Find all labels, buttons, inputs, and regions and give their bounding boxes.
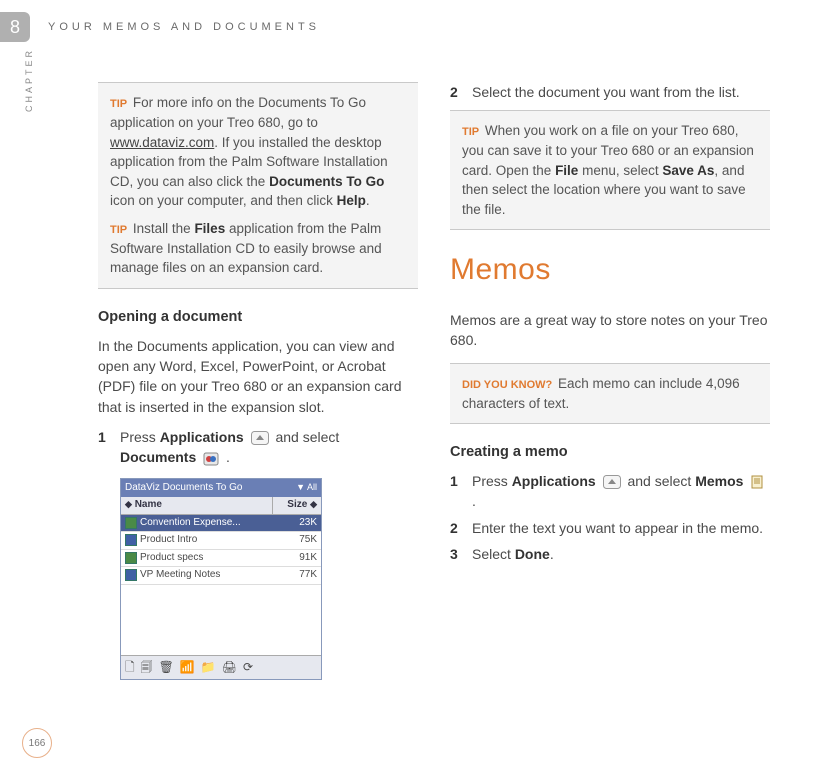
did-you-know-label: DID YOU KNOW?: [462, 379, 552, 391]
screenshot-title: DataViz Documents To Go: [125, 481, 242, 496]
filetype-icon: [125, 517, 137, 529]
col-name: Name: [135, 499, 162, 510]
beam-icon: 📶: [180, 659, 195, 676]
file-name: Product Intro: [140, 533, 197, 548]
memos-label: Memos: [695, 473, 743, 489]
filetype-icon: [125, 534, 137, 546]
file-size: 23K: [273, 515, 321, 532]
help-label: Help: [337, 193, 366, 208]
step-text: Press: [472, 473, 512, 489]
step-number: 2: [450, 82, 472, 102]
step-item: 2 Select the document you want from the …: [450, 82, 770, 102]
file-name: Convention Expense...: [140, 516, 241, 531]
creating-memo-heading: Creating a memo: [450, 442, 770, 463]
trash-icon: 🗑: [159, 659, 174, 676]
table-row: Product specs 91K: [121, 550, 321, 568]
page-header: 8 YOUR MEMOS AND DOCUMENTS: [0, 0, 825, 42]
tip-box-documents: TIP For more info on the Documents To Go…: [98, 82, 418, 289]
tip-label: TIP: [110, 224, 127, 236]
tip-text: .: [366, 193, 370, 208]
files-label: Files: [194, 221, 225, 236]
right-column: 2 Select the document you want from the …: [450, 82, 770, 680]
tip-box-saveas: TIP When you work on a file on your Treo…: [450, 110, 770, 230]
home-icon: [251, 431, 269, 445]
folder-icon: 📁: [201, 659, 216, 676]
tip-text: menu, select: [578, 163, 662, 178]
step-item: 1 Press Applications and select Memos .: [450, 471, 770, 512]
tip-text: For more info on the Documents To Go app…: [110, 95, 366, 130]
left-column: TIP For more info on the Documents To Go…: [98, 82, 418, 680]
memos-app-icon: [750, 475, 766, 489]
file-name: Product specs: [140, 551, 203, 566]
tip-text: Install the: [133, 221, 195, 236]
file-size: 75K: [273, 532, 321, 549]
table-row: VP Meeting Notes 77K: [121, 567, 321, 585]
screenshot-toolbar: 🗋 🗐 🗑 📶 📁 🖨 ⟳: [121, 655, 321, 679]
file-size: 77K: [273, 567, 321, 584]
filetype-icon: [125, 552, 137, 564]
copy-icon: 🗐: [141, 659, 153, 676]
filetype-icon: [125, 569, 137, 581]
did-you-know-box: DID YOU KNOW? Each memo can include 4,09…: [450, 363, 770, 425]
table-row: Convention Expense... 23K: [121, 515, 321, 533]
step-text: and select: [627, 473, 695, 489]
documents-to-go-label: Documents To Go: [269, 174, 384, 189]
tip-label: TIP: [462, 126, 479, 138]
documents-label: Documents: [120, 449, 196, 465]
step-text: Press: [120, 429, 160, 445]
step-text: .: [550, 546, 554, 562]
page-number: 166: [22, 728, 52, 758]
applications-label: Applications: [512, 473, 596, 489]
chapter-label-vertical: CHAPTER: [24, 48, 34, 112]
col-size: Size: [287, 499, 307, 510]
memos-intro: Memos are a great way to store notes on …: [450, 310, 770, 351]
save-as-label: Save As: [662, 163, 714, 178]
step-item: 3 Select Done.: [450, 544, 770, 564]
file-name: VP Meeting Notes: [140, 568, 220, 583]
screenshot-titlebar: DataViz Documents To Go ▼ All: [121, 479, 321, 498]
table-row: Product Intro 75K: [121, 532, 321, 550]
opening-document-heading: Opening a document: [98, 307, 418, 328]
chapter-title: YOUR MEMOS AND DOCUMENTS: [48, 21, 320, 33]
step-number: 2: [450, 518, 472, 538]
step-text: Select the document you want from the li…: [472, 82, 740, 102]
documents-app-icon: [203, 452, 219, 466]
home-icon: [603, 475, 621, 489]
print-icon: 🖨: [222, 659, 237, 676]
screenshot-header-row: ◆ Name Size ◆: [121, 497, 321, 515]
dataviz-link[interactable]: www.dataviz.com: [110, 135, 214, 150]
step-number: 3: [450, 544, 472, 564]
chapter-number-badge: 8: [0, 12, 30, 42]
step-text: .: [222, 449, 230, 465]
done-label: Done: [515, 546, 550, 562]
screenshot-filter: All: [307, 482, 317, 492]
file-size: 91K: [273, 550, 321, 567]
applications-label: Applications: [160, 429, 244, 445]
file-menu-label: File: [555, 163, 578, 178]
step-number: 1: [98, 427, 120, 468]
step-text: Select: [472, 546, 515, 562]
sync-icon: ⟳: [243, 659, 253, 676]
memos-section-title: Memos: [450, 248, 770, 292]
step-text: Enter the text you want to appear in the…: [472, 518, 763, 538]
tip-text: icon on your computer, and then click: [110, 193, 337, 208]
step-text: and select: [275, 429, 339, 445]
new-icon: 🗋: [125, 659, 135, 676]
step-text: .: [472, 493, 476, 509]
opening-document-intro: In the Documents application, you can vi…: [98, 336, 418, 417]
step-item: 2 Enter the text you want to appear in t…: [450, 518, 770, 538]
step-number: 1: [450, 471, 472, 512]
step-item: 1 Press Applications and select Document…: [98, 427, 418, 468]
tip-label: TIP: [110, 98, 127, 110]
documents-screenshot: DataViz Documents To Go ▼ All ◆ Name Siz…: [120, 478, 322, 680]
